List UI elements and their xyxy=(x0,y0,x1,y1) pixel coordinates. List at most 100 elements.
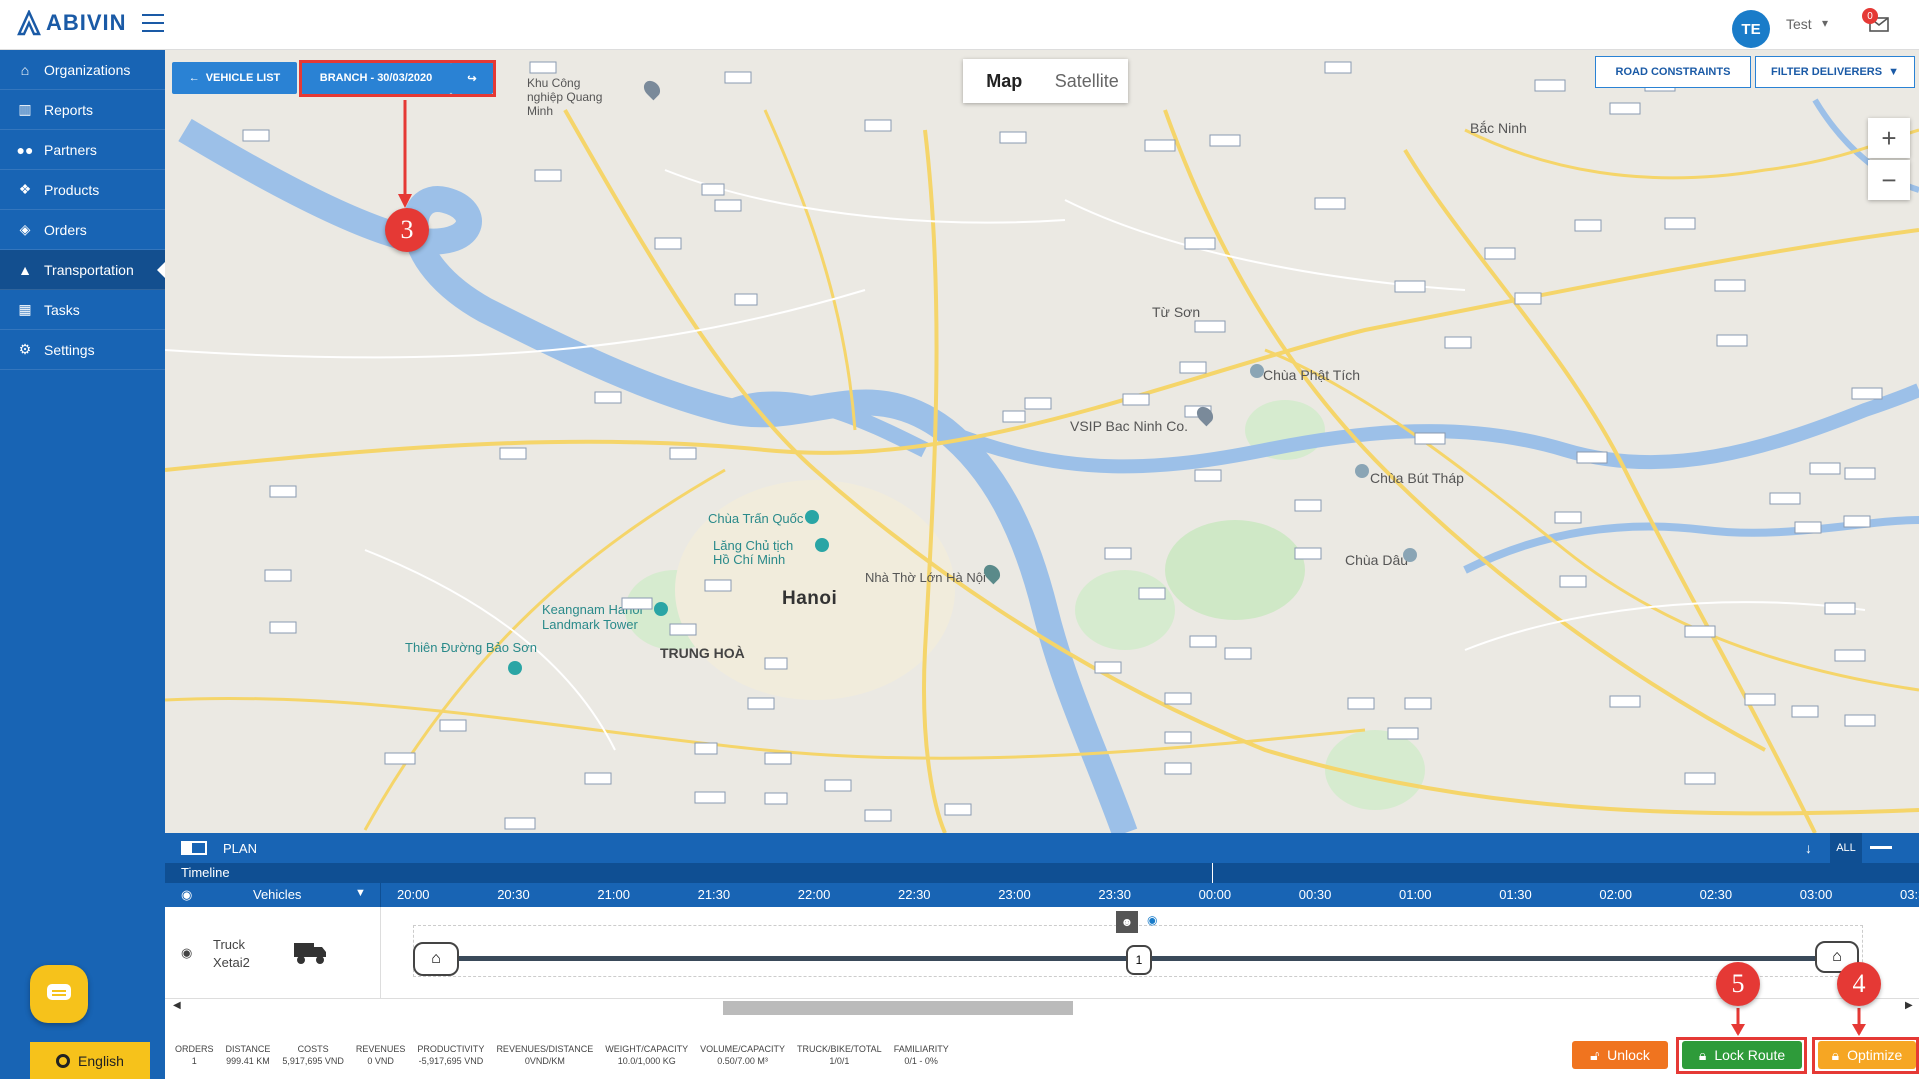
hour-tick: 02:30 xyxy=(1699,887,1733,902)
map-pin-icon[interactable] xyxy=(1403,548,1417,562)
language-label: English xyxy=(78,1052,124,1069)
map-type-toggle[interactable]: Map Satellite xyxy=(963,59,1128,103)
hour-tick: 01:30 xyxy=(1499,887,1532,902)
hour-tick: 00:30 xyxy=(1298,887,1332,902)
stat-value: 1/0/1 xyxy=(829,1056,850,1066)
eye-icon[interactable]: ◉ xyxy=(181,887,192,903)
hour-tick: 01:00 xyxy=(1399,887,1432,902)
arrow-left-icon: ← xyxy=(188,72,200,84)
tab-map[interactable]: Map xyxy=(963,59,1046,103)
bar-chart-icon: ▥ xyxy=(18,101,32,117)
zoom-in-button[interactable]: + xyxy=(1868,118,1910,158)
notification-badge: 0 xyxy=(1862,8,1878,24)
stat-label: WEIGHT/CAPACITY xyxy=(605,1044,689,1054)
map-pin-icon[interactable] xyxy=(805,510,819,524)
unlock-label: Unlock xyxy=(1607,1047,1650,1063)
highlight-box xyxy=(1812,1037,1919,1074)
place-label: Chùa Phật Tích xyxy=(1263,367,1361,383)
timeline-hours: ◉ Vehicles ▼ 20:00 20:30 21:00 21:30 22:00 22… xyxy=(165,883,1919,907)
stat-value: 5,917,695 VND xyxy=(282,1056,344,1066)
stat-item: FAMILIARITY 0/1 - 0% xyxy=(888,1043,955,1081)
abivin-logo-icon xyxy=(17,10,41,36)
unlock-button[interactable]: 🔓︎ Unlock xyxy=(1572,1041,1668,1069)
map-background xyxy=(165,50,1919,833)
road-constraints-button[interactable]: ROAD CONSTRAINTS xyxy=(1595,56,1751,88)
minimize-icon[interactable] xyxy=(1870,846,1892,849)
avatar[interactable]: TE xyxy=(1732,10,1770,48)
stat-item: PRODUCTIVITY -5,917,695 VND xyxy=(411,1043,490,1081)
hour-tick: 00:00 xyxy=(1198,887,1232,902)
chat-button[interactable] xyxy=(30,965,88,1023)
scroll-thumb[interactable] xyxy=(723,1001,1073,1015)
all-button[interactable]: ALL xyxy=(1830,833,1862,863)
scroll-right-icon[interactable]: ▶ xyxy=(1905,1000,1913,1011)
hour-tick: 21:30 xyxy=(697,887,731,902)
road-constraints-label: ROAD CONSTRAINTS xyxy=(1615,66,1731,78)
sidebar-item-organizations[interactable]: ⌂ Organizations xyxy=(0,50,165,90)
stat-label: REVENUES xyxy=(355,1044,406,1054)
stat-value: 0 VND xyxy=(367,1056,394,1066)
stat-item: WEIGHT/CAPACITY 10.0/1,000 KG xyxy=(599,1043,694,1081)
timeline-label: Timeline xyxy=(181,865,230,880)
hour-tick: 23:00 xyxy=(998,887,1031,902)
place-label: TRUNG HOÀ xyxy=(660,645,745,661)
stat-item: TRUCK/BIKE/TOTAL 1/0/1 xyxy=(791,1043,888,1081)
download-icon[interactable]: ↓ xyxy=(1805,840,1812,856)
panel-toggle-icon[interactable] xyxy=(181,841,207,855)
stat-label: TRUCK/BIKE/TOTAL xyxy=(797,1044,882,1054)
timeline-scrollbar[interactable]: ◀ ▶ xyxy=(165,999,1919,1015)
divider xyxy=(380,907,381,999)
sidebar-item-label: Orders xyxy=(44,221,87,238)
depot-start-icon[interactable]: ⌂ xyxy=(413,942,459,976)
top-bar: ABIVIN TE Test ▾ 0 xyxy=(0,0,1919,50)
hour-tick: 23:30 xyxy=(1098,887,1131,902)
gear-icon: ⚙ xyxy=(18,341,32,357)
place-label: Từ Sơn xyxy=(1152,304,1201,320)
sidebar-item-reports[interactable]: ▥ Reports xyxy=(0,90,165,130)
chevron-down-icon[interactable]: ▾ xyxy=(1822,16,1828,30)
sidebar: ⌂ Organizations ▥ Reports ●● Partners ❖ Prod… xyxy=(0,50,165,1079)
plan-header: PLAN ↓ ALL xyxy=(165,833,1919,863)
map-canvas[interactable]: Hanoi Bắc Ninh Từ Sơn TRUNG HOÀ Chùa Dâu… xyxy=(165,50,1919,833)
tab-satellite[interactable]: Satellite xyxy=(1046,59,1129,103)
eye-icon[interactable]: ◉ xyxy=(1147,913,1157,927)
hour-tick: 03:00 xyxy=(1799,887,1833,902)
map-pin-icon[interactable] xyxy=(1355,464,1369,478)
sidebar-item-tasks[interactable]: ▦ Tasks xyxy=(0,290,165,330)
user-name[interactable]: Test xyxy=(1786,16,1812,32)
filter-deliverers-button[interactable]: FILTER DELIVERERS ▼ xyxy=(1755,56,1915,88)
scroll-left-icon[interactable]: ◀ xyxy=(173,1000,181,1011)
sidebar-item-label: Settings xyxy=(44,341,95,358)
notification-icon[interactable]: 0 xyxy=(1862,8,1892,36)
eye-icon[interactable]: ◉ xyxy=(181,945,192,961)
map-pin-icon[interactable] xyxy=(815,538,829,552)
map-pin-icon[interactable] xyxy=(1250,364,1264,378)
brand-name: ABIVIN xyxy=(46,10,127,35)
dropbox-icon: ❖ xyxy=(18,181,32,197)
language-button[interactable]: English xyxy=(30,1042,150,1079)
stat-value: -5,917,695 VND xyxy=(418,1056,484,1066)
stat-label: ORDERS xyxy=(175,1044,214,1054)
sidebar-item-partners[interactable]: ●● Partners xyxy=(0,130,165,170)
driver-icon[interactable]: ☻ xyxy=(1116,911,1138,933)
menu-toggle-icon[interactable] xyxy=(142,14,164,32)
sidebar-item-settings[interactable]: ⚙ Settings xyxy=(0,330,165,370)
chevron-down-icon[interactable]: ▼ xyxy=(355,887,366,899)
sidebar-item-transportation[interactable]: ▲ Transportation xyxy=(0,250,165,290)
map-pin-icon[interactable] xyxy=(508,661,522,675)
vehicle-type: Truck xyxy=(213,937,246,952)
sidebar-item-products[interactable]: ❖ Products xyxy=(0,170,165,210)
map-pin-icon[interactable] xyxy=(654,602,668,616)
zoom-out-button[interactable]: − xyxy=(1868,160,1910,200)
brand-logo[interactable]: ABIVIN xyxy=(16,10,127,36)
sidebar-item-label: Reports xyxy=(44,101,94,118)
stop-marker[interactable]: 1 xyxy=(1126,945,1152,975)
vehicle-row[interactable]: ◉ Truck Xetai2 ⌂ ⌂ 1 ☻ ◉ xyxy=(165,907,1919,999)
place-label: Chùa Bút Tháp xyxy=(1370,470,1464,486)
vehicle-list-button[interactable]: ← VEHICLE LIST xyxy=(172,62,297,94)
stat-item: REVENUES/DISTANCE 0VND/KM xyxy=(490,1043,599,1081)
poi-label: Nhà Thờ Lớn Hà Nội xyxy=(865,570,986,585)
sidebar-item-orders[interactable]: ◈ Orders xyxy=(0,210,165,250)
stat-item: DISTANCE 999.41 KM xyxy=(220,1043,277,1081)
filter-deliverers-label: FILTER DELIVERERS xyxy=(1771,66,1883,78)
